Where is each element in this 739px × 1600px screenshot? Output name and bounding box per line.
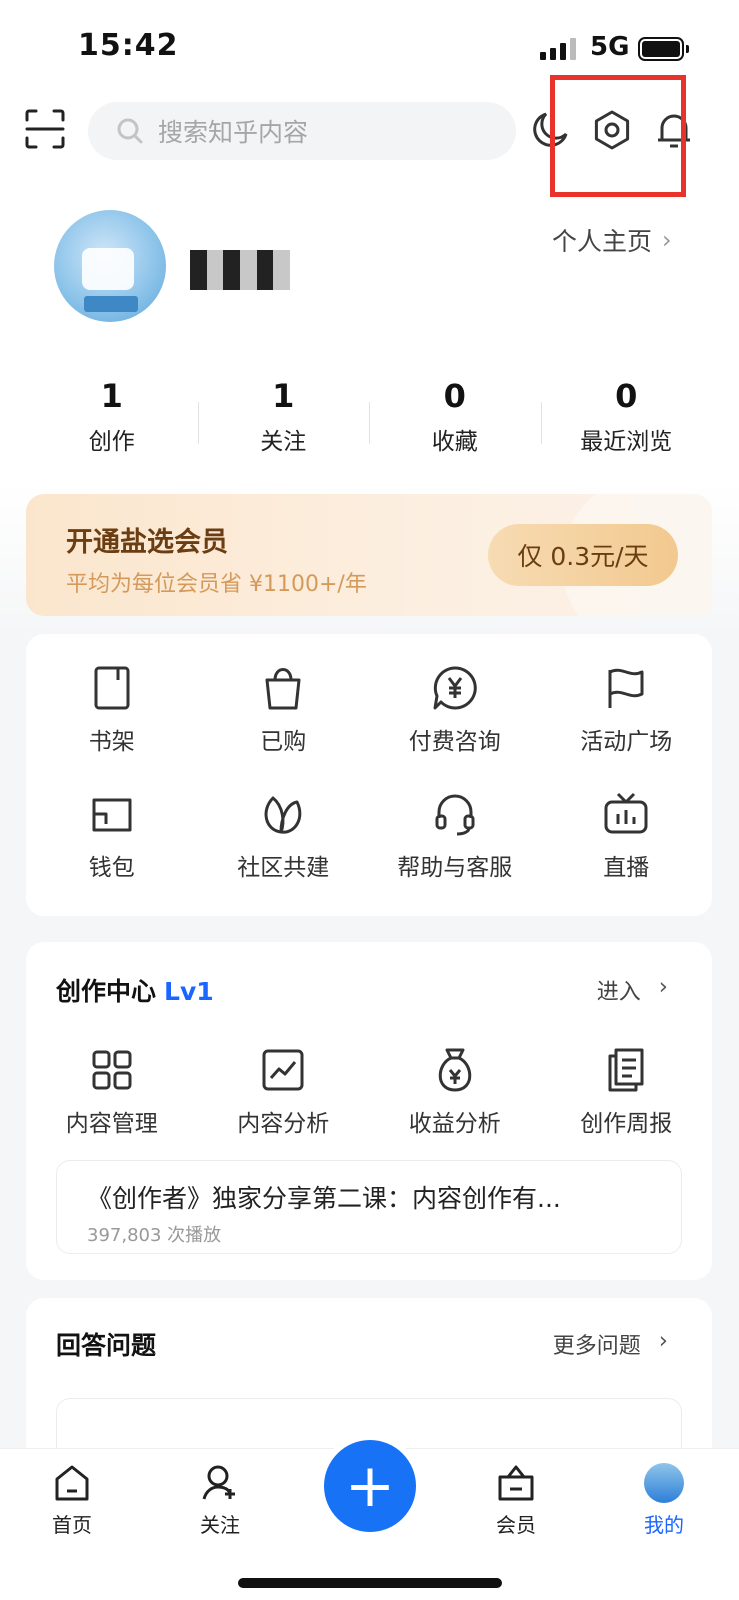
money-bag-icon xyxy=(438,1048,471,1092)
shopping-bag-icon xyxy=(265,668,301,710)
search-placeholder: 搜索知乎内容 xyxy=(158,118,309,147)
vip-subtitle: 平均为每位会员省 ¥1100+/年 xyxy=(66,572,367,597)
stat-favorites[interactable]: 0 收藏 xyxy=(369,378,541,458)
nav-label: 关注 xyxy=(200,1513,240,1537)
battery-icon xyxy=(638,37,689,61)
highlight-box xyxy=(550,75,686,197)
chevron-right-icon: › xyxy=(658,974,668,1000)
tool-bookshelf[interactable]: 书架 xyxy=(26,664,198,756)
nav-label: 我的 xyxy=(644,1513,684,1537)
level-badge: Lv1 xyxy=(164,977,214,1006)
stat-value: 0 xyxy=(615,377,638,415)
home-indicator xyxy=(238,1578,502,1588)
nav-follow[interactable]: 关注 xyxy=(170,1463,270,1538)
nav-label: 首页 xyxy=(52,1513,92,1537)
me-icon xyxy=(644,1463,684,1503)
course-title: 《创作者》独家分享第二课：内容创作有... xyxy=(87,1184,561,1213)
vip-icon xyxy=(498,1465,534,1501)
stat-label: 收藏 xyxy=(431,429,478,455)
headset-icon xyxy=(435,794,475,836)
stats-row: 1 创作 1 关注 0 收藏 0 最近浏览 xyxy=(26,378,712,458)
tool-label: 帮助与客服 xyxy=(397,855,513,881)
enter-label: 进入 xyxy=(596,980,641,1005)
nav-label: 会员 xyxy=(496,1513,536,1537)
network-type: 5G xyxy=(590,32,630,62)
homepage-link-label: 个人主页 xyxy=(552,227,653,256)
creation-center-title: 创作中心 Lv1 xyxy=(56,972,214,1008)
creation-center-card: 创作中心 Lv1 进入 › 内容管理 内容分析 收益分析 创作周报 《创作者》独家… xyxy=(26,942,712,1280)
stat-value: 1 xyxy=(100,377,123,415)
status-time: 15:42 xyxy=(78,28,179,63)
tool-label: 直播 xyxy=(603,855,650,881)
enter-creation-link[interactable]: 进入 › xyxy=(597,974,668,1006)
stat-following[interactable]: 1 关注 xyxy=(197,377,370,458)
stat-creations[interactable]: 1 创作 xyxy=(26,378,198,458)
tool-label: 已购 xyxy=(260,729,307,755)
course-plays: 397,803 次播放 xyxy=(87,1225,222,1246)
creation-label: 内容管理 xyxy=(65,1111,158,1137)
creation-income-analysis[interactable]: 收益分析 xyxy=(369,1046,541,1138)
creation-label: 创作周报 xyxy=(580,1111,673,1137)
tool-help[interactable]: 帮助与客服 xyxy=(369,790,541,882)
search-icon xyxy=(117,118,143,144)
vip-banner[interactable]: 开通盐选会员 平均为每位会员省 ¥1100+/年 仅 0.3元/天 xyxy=(26,494,712,616)
creation-weekly-report[interactable]: 创作周报 xyxy=(541,1046,713,1138)
stat-value: 1 xyxy=(272,377,295,415)
plus-icon: + xyxy=(344,1451,396,1521)
creation-label: 内容分析 xyxy=(237,1111,330,1137)
wallet-icon xyxy=(92,798,132,832)
tool-live[interactable]: 直播 xyxy=(541,790,713,882)
more-label: 更多问题 xyxy=(552,1334,641,1359)
tool-paid-consult[interactable]: 付费咨询 xyxy=(369,664,541,756)
stat-recent[interactable]: 0 最近浏览 xyxy=(540,377,713,458)
homepage-link[interactable]: 个人主页 › xyxy=(552,222,672,258)
creation-content-manage[interactable]: 内容管理 xyxy=(26,1046,198,1138)
signal-icon xyxy=(540,38,576,60)
follow-icon xyxy=(202,1465,235,1500)
bookshelf-icon xyxy=(94,666,130,710)
recommended-course[interactable]: 《创作者》独家分享第二课：内容创作有... 397,803 次播放 xyxy=(56,1160,682,1254)
nav-home[interactable]: 首页 xyxy=(22,1463,122,1538)
creation-label: 收益分析 xyxy=(408,1111,501,1137)
stat-label: 创作 xyxy=(88,429,135,455)
chevron-right-icon: › xyxy=(658,1328,668,1354)
search-input[interactable]: 搜索知乎内容 xyxy=(88,102,516,160)
paid-consult-icon xyxy=(433,666,477,710)
tool-community[interactable]: 社区共建 xyxy=(198,790,370,882)
more-questions-link[interactable]: 更多问题 › xyxy=(553,1328,668,1360)
tv-icon xyxy=(604,792,648,834)
nav-vip[interactable]: 会员 xyxy=(466,1463,566,1538)
home-icon xyxy=(55,1465,89,1501)
tool-label: 钱包 xyxy=(88,855,135,881)
tool-label: 社区共建 xyxy=(237,855,330,881)
vip-price-button[interactable]: 仅 0.3元/天 xyxy=(488,524,678,586)
tool-label: 付费咨询 xyxy=(408,729,501,755)
nickname-pixelated xyxy=(190,250,290,290)
scan-icon[interactable] xyxy=(24,108,66,150)
avatar[interactable] xyxy=(54,210,166,322)
tool-purchased[interactable]: 已购 xyxy=(198,664,370,756)
stat-value: 0 xyxy=(443,377,466,415)
flag-icon xyxy=(608,668,644,708)
tools-card: 书架 已购 付费咨询 活动广场 钱包 社区共建 帮助与客服 直播 xyxy=(26,634,712,916)
chart-icon xyxy=(262,1049,304,1091)
nav-me[interactable]: 我的 xyxy=(614,1463,714,1538)
vip-title: 开通盐选会员 xyxy=(66,527,228,558)
grid-icon xyxy=(92,1050,132,1090)
section-title: 创作中心 xyxy=(56,977,157,1006)
stat-label: 关注 xyxy=(260,429,307,455)
stat-label: 最近浏览 xyxy=(580,429,673,455)
create-button[interactable]: + xyxy=(324,1440,416,1532)
tool-activity[interactable]: 活动广场 xyxy=(541,664,713,756)
tool-label: 活动广场 xyxy=(580,729,673,755)
report-icon xyxy=(608,1048,644,1092)
creation-content-analysis[interactable]: 内容分析 xyxy=(198,1046,370,1138)
leaf-icon xyxy=(264,796,302,834)
tool-wallet[interactable]: 钱包 xyxy=(26,790,198,882)
tool-label: 书架 xyxy=(88,729,135,755)
section-title: 回答问题 xyxy=(56,1331,157,1360)
chevron-right-icon: › xyxy=(662,226,672,254)
